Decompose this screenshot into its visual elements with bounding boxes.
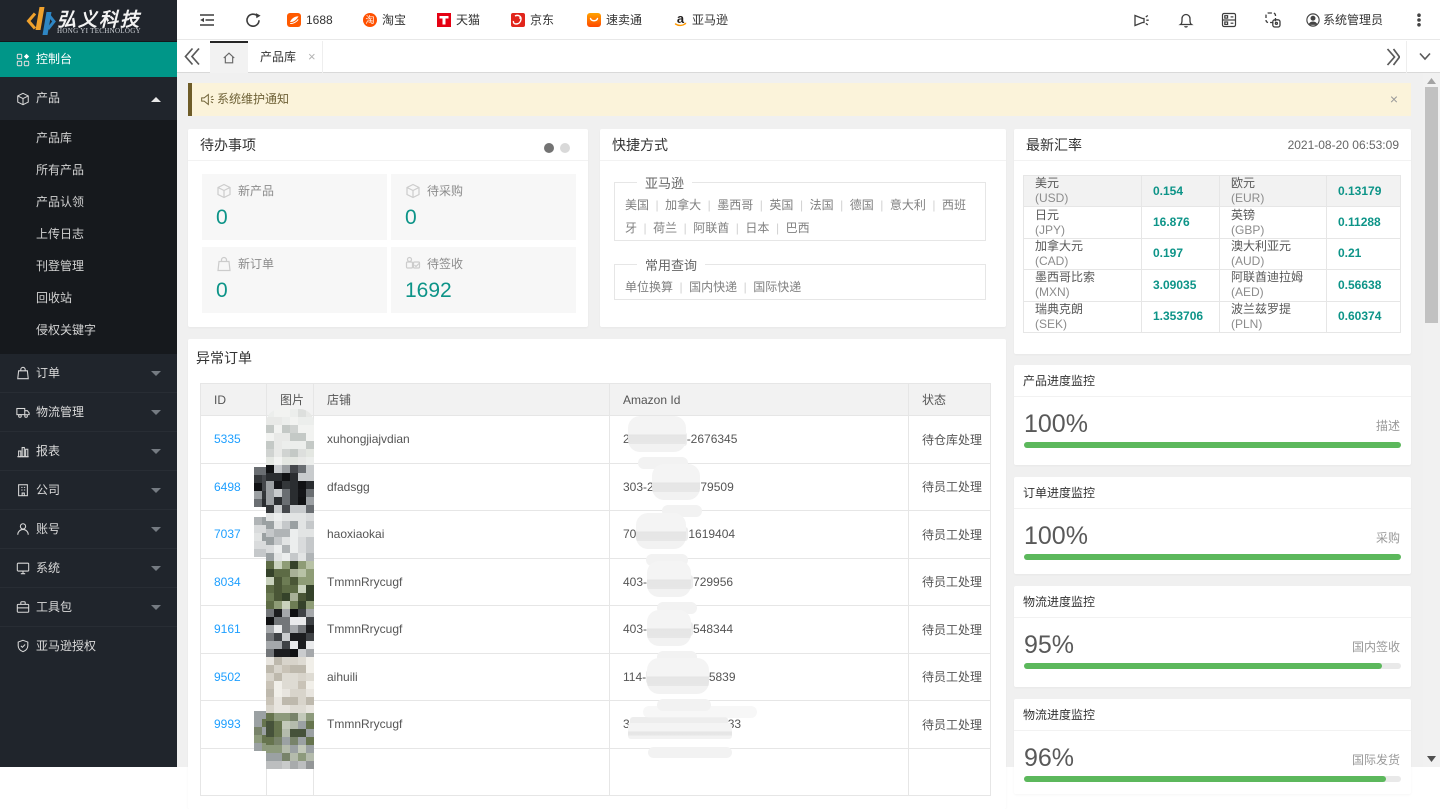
svg-text:淘: 淘 [365,14,374,25]
